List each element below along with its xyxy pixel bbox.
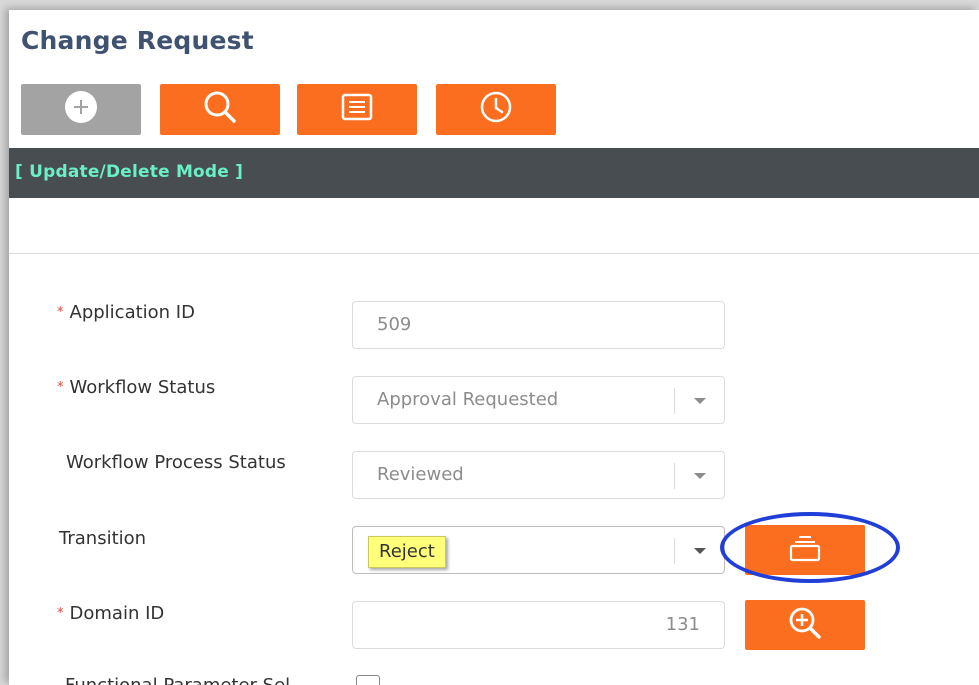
change-request-window: Change Request [Update/Delete Mode] * … — [9, 10, 979, 685]
plus-circle-icon — [64, 90, 98, 129]
required-marker: * — [57, 606, 64, 621]
history-button[interactable] — [436, 84, 556, 135]
dropdown-separator — [674, 538, 675, 564]
workflow-process-status-value: Reviewed — [377, 464, 464, 485]
chevron-down-icon[interactable] — [694, 473, 706, 479]
clock-icon — [479, 90, 513, 129]
search-icon — [202, 89, 238, 130]
transition-label: Transition — [59, 528, 147, 549]
transition-action-button[interactable] — [745, 525, 865, 575]
application-id-label: * Application ID — [57, 302, 195, 323]
workflow-status-select[interactable]: Approval Requested — [352, 376, 725, 424]
chevron-down-icon[interactable] — [694, 398, 706, 404]
transition-select[interactable]: Reject — [352, 526, 725, 574]
transition-tooltip: Reject — [368, 536, 446, 568]
domain-id-field[interactable]: 131 — [352, 601, 725, 649]
workflow-process-status-select[interactable]: Reviewed — [352, 451, 725, 499]
workflow-status-value: Approval Requested — [377, 389, 559, 410]
add-button[interactable] — [21, 84, 141, 135]
list-icon — [340, 92, 374, 127]
chevron-down-icon[interactable] — [694, 548, 706, 554]
workflow-process-status-label: Workflow Process Status — [66, 452, 286, 473]
required-marker: * — [57, 380, 64, 395]
domain-id-label: * Domain ID — [57, 603, 165, 624]
domain-lookup-button[interactable] — [745, 600, 865, 650]
zoom-in-icon — [787, 605, 823, 646]
window-icon — [788, 534, 822, 567]
required-marker: * — [57, 305, 64, 320]
list-button[interactable] — [297, 84, 417, 135]
section-divider — [9, 253, 979, 254]
domain-id-value: 131 — [665, 614, 700, 635]
dropdown-separator — [674, 463, 675, 489]
page-title: Change Request — [21, 26, 254, 55]
dropdown-separator — [674, 388, 675, 414]
application-id-field[interactable]: 509 — [352, 301, 725, 349]
mode-bar: [ Update/Delete Mode ] — [9, 148, 979, 198]
mode-label: [ Update/Delete Mode ] — [15, 162, 244, 182]
search-button[interactable] — [160, 84, 280, 135]
workflow-status-label: * Workflow Status — [57, 377, 216, 398]
functional-parameter-label: Functional Parameter Sel... — [65, 675, 307, 685]
application-id-value: 509 — [377, 314, 412, 335]
functional-parameter-checkbox[interactable] — [356, 675, 380, 685]
